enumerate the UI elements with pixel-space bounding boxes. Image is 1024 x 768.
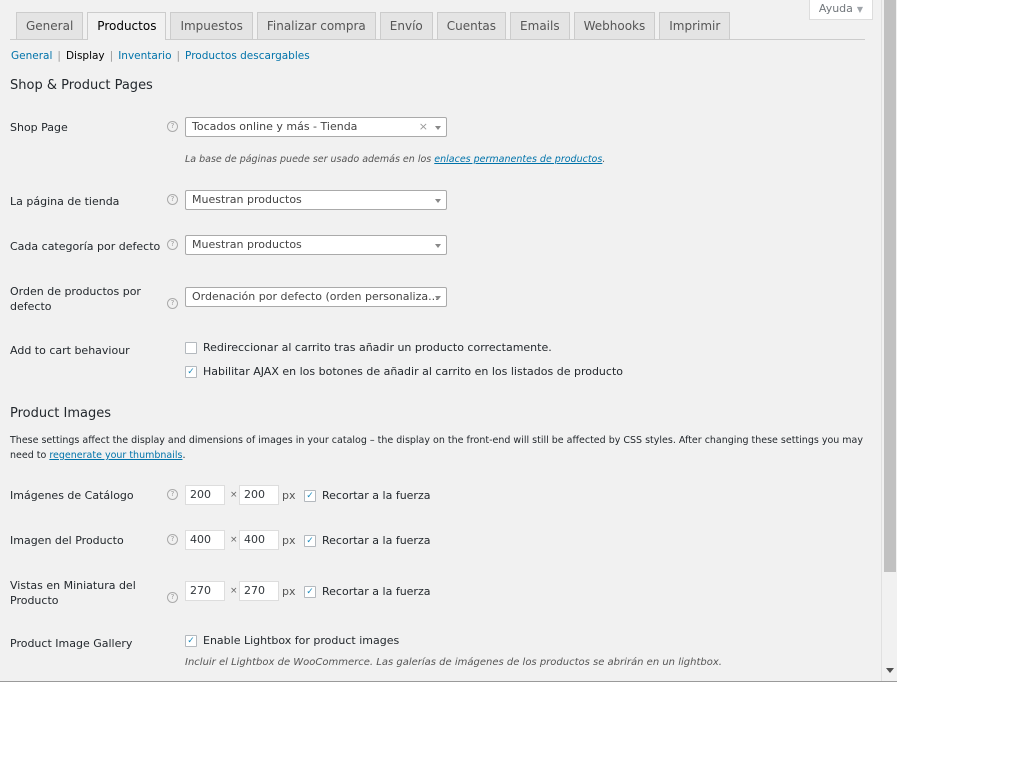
thumbnail-height-input[interactable]: 270 [239, 581, 279, 601]
lightbox-description: Incluir el Lightbox de WooCommerce. Las … [185, 657, 722, 668]
help-tip-icon[interactable]: ? [167, 489, 178, 500]
gallery-label: Product Image Gallery [10, 637, 133, 650]
help-tip-icon[interactable]: ? [167, 194, 178, 205]
shop-display-value: Muestran productos [192, 193, 302, 206]
times-sign: × [230, 586, 238, 596]
px-unit: px [282, 489, 296, 502]
thumbnail-width-input[interactable]: 270 [185, 581, 225, 601]
catalog-width-input[interactable]: 200 [185, 485, 225, 505]
redirect-checkbox[interactable] [185, 342, 197, 354]
help-tip-icon[interactable]: ? [167, 298, 178, 309]
help-tip-icon[interactable]: ? [167, 239, 178, 250]
subnav-display-current: Display [65, 50, 105, 62]
shop-page-desc-text: La base de páginas puede ser usado ademá… [185, 154, 432, 165]
ajax-checkbox-label: Habilitar AJAX en los botones de añadir … [203, 365, 623, 378]
category-display-value: Muestran productos [192, 238, 302, 251]
chevron-down-icon [435, 126, 441, 130]
single-crop-label: Recortar a la fuerza [322, 534, 431, 547]
thumbnail-label-line2: Producto [10, 594, 59, 607]
settings-wrap: Ayuda ▼ General Productos Impuestos Final… [10, 0, 873, 681]
thumbnail-crop-checkbox[interactable]: ✓ [304, 586, 316, 598]
shop-display-label: La página de tienda [10, 195, 120, 208]
times-sign: × [230, 535, 238, 545]
category-display-select[interactable]: Muestran productos [185, 235, 447, 255]
tab-productos[interactable]: Productos [87, 12, 167, 40]
images-note-end: . [182, 450, 186, 461]
chevron-down-icon [435, 244, 441, 248]
shop-page-select[interactable]: Tocados online y más - Tienda × [185, 117, 447, 137]
help-tip-icon[interactable]: ? [167, 534, 178, 545]
section-title-shop: Shop & Product Pages [10, 78, 153, 93]
default-sort-label: Orden de productos por defecto [10, 284, 141, 314]
default-sort-label-line1: Orden de productos por [10, 285, 141, 298]
redirect-checkbox-label: Redireccionar al carrito tras añadir un … [203, 341, 552, 354]
tab-impuestos[interactable]: Impuestos [170, 12, 253, 39]
tab-cuentas[interactable]: Cuentas [436, 12, 507, 39]
single-crop-checkbox[interactable]: ✓ [304, 535, 316, 547]
tab-envio[interactable]: Envío [379, 12, 433, 39]
catalog-crop-checkbox[interactable]: ✓ [304, 490, 316, 502]
default-sort-value: Ordenación por defecto (orden personaliz… [192, 290, 439, 303]
catalog-height-input[interactable]: 200 [239, 485, 279, 505]
default-sort-label-line2: defecto [10, 300, 52, 313]
px-unit: px [282, 534, 296, 547]
shop-page-label: Shop Page [10, 121, 68, 134]
lightbox-checkbox[interactable]: ✓ [185, 635, 197, 647]
subnav-inventario-link[interactable]: Inventario [118, 50, 171, 62]
catalog-crop-label: Recortar a la fuerza [322, 489, 431, 502]
catalog-images-label: Imágenes de Catálogo [10, 489, 134, 502]
help-tip-icon[interactable]: ? [167, 592, 178, 603]
ajax-checkbox[interactable]: ✓ [185, 366, 197, 378]
tab-imprimir[interactable]: Imprimir [659, 12, 731, 39]
chevron-down-icon: ▼ [856, 5, 864, 14]
images-note-line2: need to regenerate your thumbnails. [10, 448, 870, 463]
regenerate-thumbnails-link[interactable]: regenerate your thumbnails [49, 450, 182, 461]
shop-page-description: La base de páginas puede ser usado ademá… [185, 154, 605, 165]
section-subnav: General | Display | Inventario | Productos des… [11, 50, 310, 62]
permalinks-link[interactable]: enlaces permanentes de productos [434, 154, 602, 165]
category-display-label: Cada categoría por defecto [10, 240, 161, 253]
images-note: These settings affect the display and di… [10, 433, 870, 463]
subnav-separator: | [57, 50, 61, 62]
images-note-prefix: need to [10, 450, 47, 461]
chevron-down-icon [435, 199, 441, 203]
times-sign: × [230, 490, 238, 500]
help-tip-icon[interactable]: ? [167, 121, 178, 132]
subnav-general-link[interactable]: General [11, 50, 52, 62]
tab-bar: General Productos Impuestos Finalizar co… [16, 12, 734, 40]
help-button[interactable]: Ayuda ▼ [809, 0, 873, 20]
tab-webhooks[interactable]: Webhooks [573, 12, 656, 39]
subnav-separator: | [109, 50, 114, 62]
settings-viewport: Ayuda ▼ General Productos Impuestos Final… [0, 0, 897, 682]
tab-finalizar-compra[interactable]: Finalizar compra [256, 12, 376, 39]
tab-emails[interactable]: Emails [510, 12, 570, 39]
scroll-down-arrow-icon[interactable] [886, 668, 894, 673]
chevron-down-icon [435, 296, 441, 300]
images-note-line1: These settings affect the display and di… [10, 435, 863, 446]
px-unit: px [282, 585, 296, 598]
shop-page-desc-end: . [602, 154, 606, 165]
single-width-input[interactable]: 400 [185, 530, 225, 550]
thumbnail-label-line1: Vistas en Miniatura del [10, 579, 136, 592]
default-sort-select[interactable]: Ordenación por defecto (orden personaliz… [185, 287, 447, 307]
vertical-scrollbar[interactable] [881, 0, 897, 681]
lightbox-checkbox-label: Enable Lightbox for product images [203, 634, 400, 647]
subnav-descargables-link[interactable]: Productos descargables [185, 50, 310, 62]
shop-display-select[interactable]: Muestran productos [185, 190, 447, 210]
single-image-label: Imagen del Producto [10, 534, 124, 547]
subnav-separator: | [176, 50, 181, 62]
help-label: Ayuda [818, 2, 853, 15]
add-to-cart-label: Add to cart behaviour [10, 344, 130, 357]
section-title-images: Product Images [10, 406, 111, 421]
thumbnail-label: Vistas en Miniatura del Producto [10, 578, 136, 608]
thumbnail-crop-label: Recortar a la fuerza [322, 585, 431, 598]
single-height-input[interactable]: 400 [239, 530, 279, 550]
clear-icon[interactable]: × [419, 118, 428, 136]
scrollbar-thumb[interactable] [884, 0, 896, 572]
shop-page-value: Tocados online y más - Tienda [192, 120, 358, 133]
tab-general[interactable]: General [16, 12, 84, 39]
